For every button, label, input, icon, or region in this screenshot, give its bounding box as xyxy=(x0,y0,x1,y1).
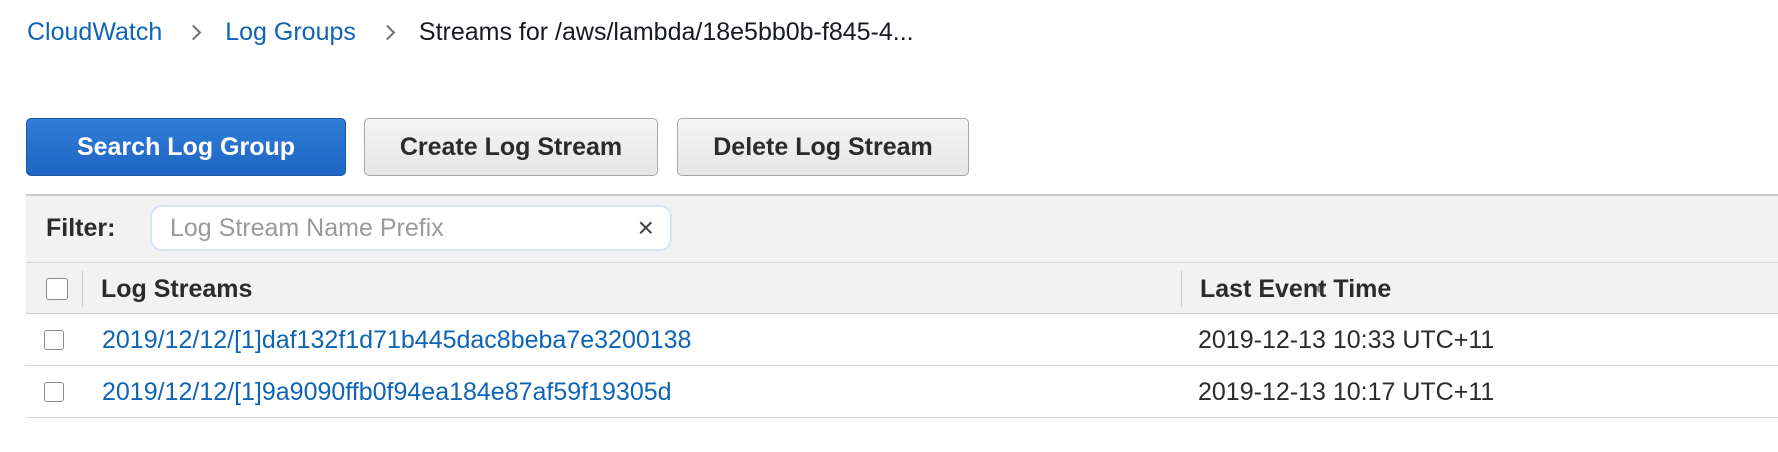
log-stream-prefix-filter-input[interactable] xyxy=(170,213,590,243)
column-divider xyxy=(82,271,83,307)
filter-label: Filter: xyxy=(46,214,116,242)
row-checkbox[interactable] xyxy=(44,382,64,402)
filter-bar: Filter: × xyxy=(26,194,1778,262)
breadcrumb-current: Streams for /aws/lambda/18e5bb0b-f845-4.… xyxy=(418,17,914,46)
delete-log-stream-button[interactable]: Delete Log Stream xyxy=(677,118,969,176)
last-event-time: 2019-12-13 10:17 UTC+11 xyxy=(1198,378,1495,406)
table-header: Log Streams Last Event Time xyxy=(26,262,1778,314)
select-all-checkbox[interactable] xyxy=(46,278,68,300)
create-log-stream-button[interactable]: Create Log Stream xyxy=(364,118,658,176)
log-streams-table: Log Streams Last Event Time 2019/12/12/[… xyxy=(26,262,1778,418)
breadcrumb-cloudwatch-link[interactable]: CloudWatch xyxy=(27,18,162,47)
column-header-log-streams[interactable]: Log Streams xyxy=(101,275,252,304)
search-log-group-button[interactable]: Search Log Group xyxy=(26,118,346,176)
breadcrumb-log-groups-link[interactable]: Log Groups xyxy=(225,18,356,47)
column-divider[interactable] xyxy=(1181,271,1182,307)
breadcrumb: CloudWatch Log Groups Streams for /aws/l… xyxy=(27,14,914,50)
log-stream-link[interactable]: 2019/12/12/[1]daf132f1d71b445dac8beba7e3… xyxy=(102,326,691,355)
table-row: 2019/12/12/[1]9a9090ffb0f94ea184e87af59f… xyxy=(26,366,1778,418)
cloudwatch-log-streams-page: CloudWatch Log Groups Streams for /aws/l… xyxy=(0,0,1778,452)
row-checkbox[interactable] xyxy=(44,330,64,350)
table-row: 2019/12/12/[1]daf132f1d71b445dac8beba7e3… xyxy=(26,314,1778,366)
last-event-time: 2019-12-13 10:33 UTC+11 xyxy=(1198,326,1495,354)
clear-icon[interactable]: × xyxy=(638,211,654,245)
filter-input-container: × xyxy=(150,205,672,251)
log-stream-link[interactable]: 2019/12/12/[1]9a9090ffb0f94ea184e87af59f… xyxy=(102,378,672,407)
column-header-last-event-time[interactable]: Last Event Time xyxy=(1200,275,1391,304)
chevron-right-icon xyxy=(185,24,202,40)
chevron-right-icon xyxy=(379,24,396,40)
